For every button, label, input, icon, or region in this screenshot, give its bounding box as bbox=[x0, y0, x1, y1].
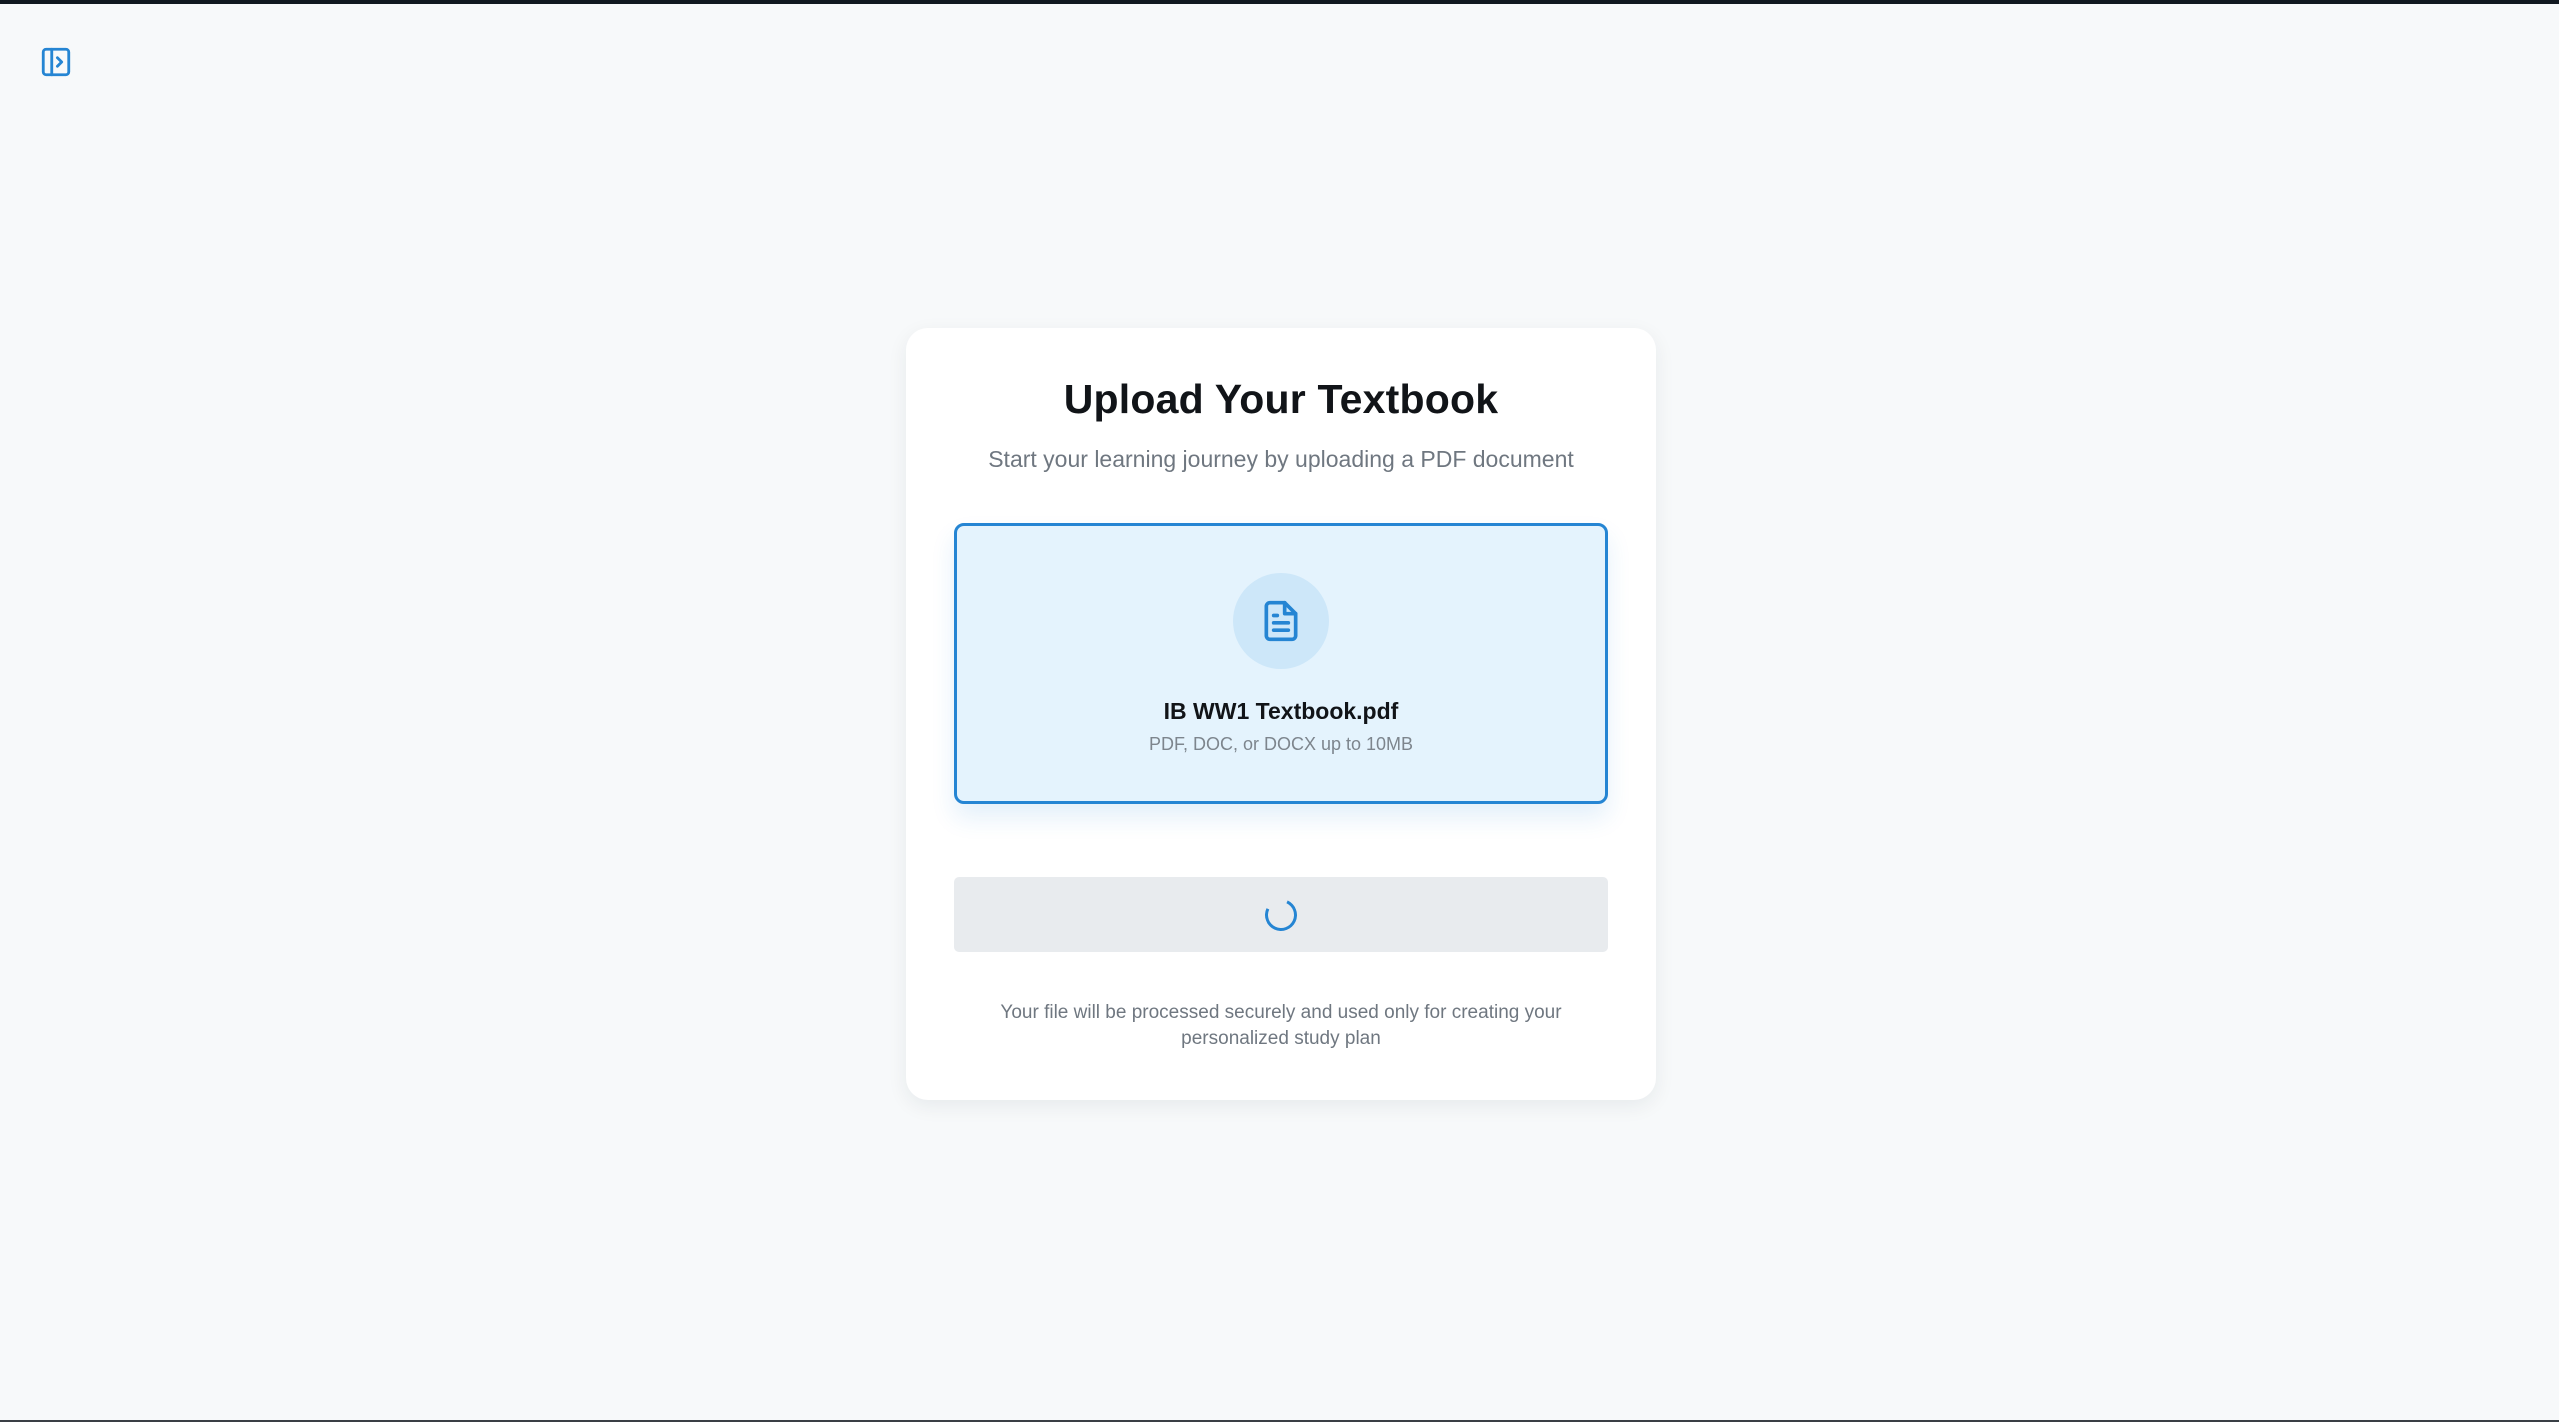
selected-file-name: IB WW1 Textbook.pdf bbox=[1163, 698, 1399, 724]
sidebar-expand-icon bbox=[41, 47, 71, 77]
page-subtitle: Start your learning journey by uploading… bbox=[988, 446, 1574, 472]
file-type-hint: PDF, DOC, or DOCX up to 10MB bbox=[1148, 734, 1414, 754]
upload-card: Upload Your Textbook Start your learning… bbox=[906, 328, 1656, 1100]
document-icon bbox=[1264, 600, 1298, 642]
top-border bbox=[0, 0, 2559, 4]
spinner-icon bbox=[1260, 893, 1302, 936]
privacy-note: Your file will be processed securely and… bbox=[1000, 1002, 1562, 1049]
file-dropzone[interactable]: IB WW1 Textbook.pdf PDF, DOC, or DOCX up… bbox=[954, 523, 1608, 804]
sidebar-toggle-button[interactable] bbox=[38, 44, 74, 80]
upload-submit-button[interactable] bbox=[954, 877, 1608, 952]
file-icon-badge bbox=[1233, 573, 1329, 669]
page-title: Upload Your Textbook bbox=[1063, 376, 1499, 422]
